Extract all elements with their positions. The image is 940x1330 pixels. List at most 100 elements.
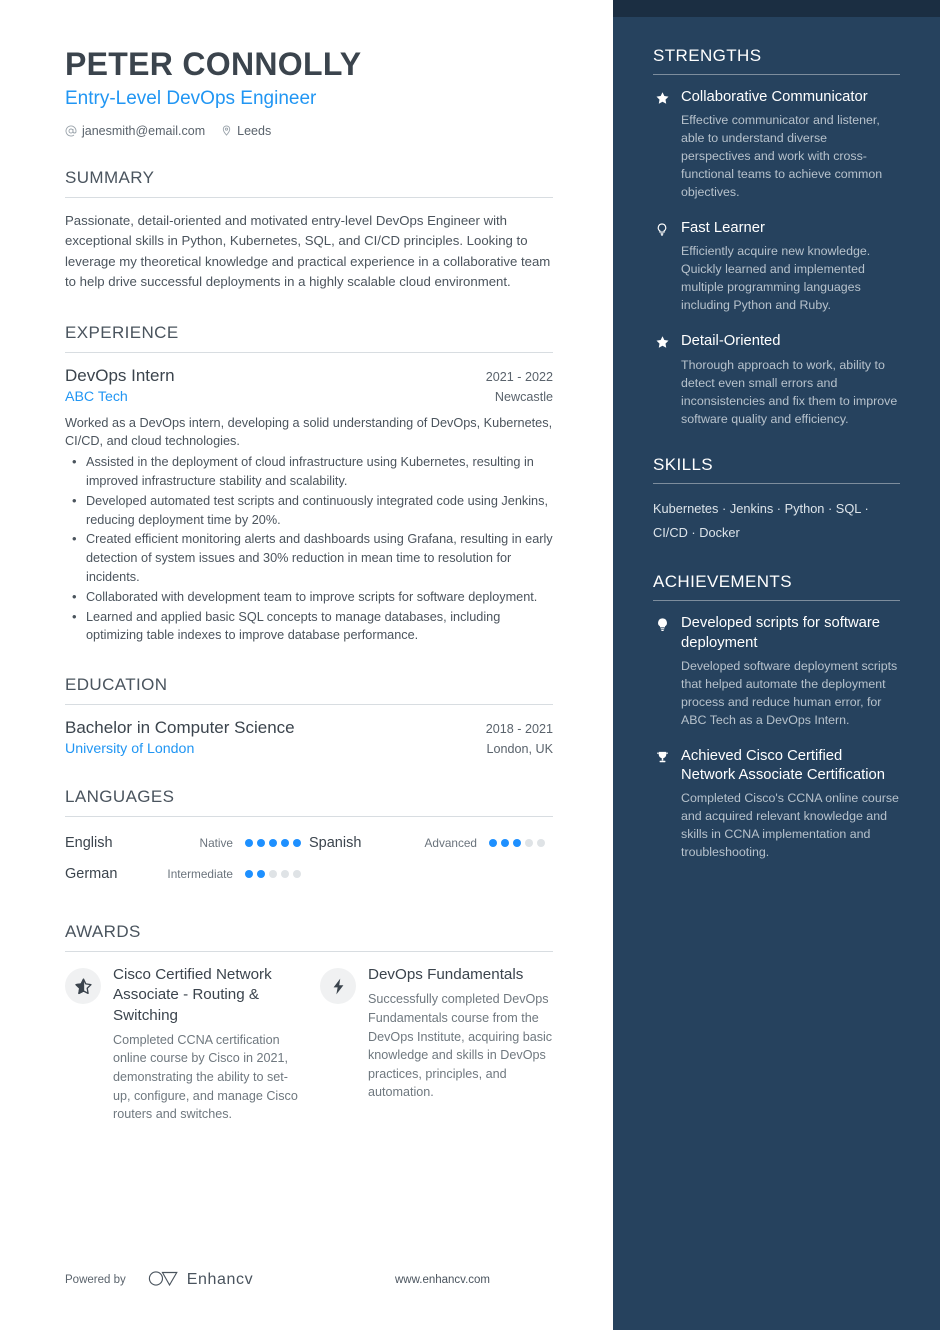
page-title: PETER CONNOLLY — [65, 46, 362, 82]
language-rating-dots — [245, 870, 309, 879]
achievement-title: Developed scripts for software deploymen… — [681, 615, 881, 651]
experience-entry: DevOps Intern 2021 - 2022 ABC Tech Newca… — [65, 366, 553, 646]
education-school[interactable]: University of London — [65, 741, 194, 757]
language-row: English Native — [65, 830, 309, 861]
section-education: EDUCATION Bachelor in Computer Science 2… — [65, 675, 553, 757]
list-item: Collaborated with development team to im… — [65, 587, 553, 607]
achievement-description: Completed Cisco's CCNA online course and… — [681, 791, 899, 860]
strength-title: Detail-Oriented — [681, 333, 781, 350]
list-item: Learned and applied basic SQL concepts t… — [65, 607, 553, 646]
experience-company[interactable]: ABC Tech — [65, 389, 128, 405]
powered-by-label: Powered by — [65, 1274, 126, 1286]
section-achievements: ACHIEVEMENTS Developed scripts for softw… — [653, 572, 900, 862]
language-level: Advanced — [424, 836, 477, 851]
section-summary: SUMMARY Passionate, detail-oriented and … — [65, 168, 553, 293]
contact-location-text: Leeds — [237, 123, 272, 138]
strength-item: Collaborative Communicator Effective com… — [653, 88, 900, 202]
language-row: Spanish Advanced — [309, 830, 553, 861]
contact-email[interactable]: janesmith@email.com — [65, 124, 205, 138]
trophy-icon — [653, 747, 671, 862]
map-pin-icon — [221, 124, 232, 137]
main-column: PETER CONNOLLY Entry-Level DevOps Engine… — [0, 0, 613, 1330]
section-experience: EXPERIENCE DevOps Intern 2021 - 2022 ABC… — [65, 323, 553, 646]
lightbulb-icon — [653, 219, 671, 315]
language-row: German Intermediate — [65, 861, 309, 892]
divider — [65, 816, 553, 818]
divider — [65, 196, 553, 198]
enhancv-brand: Enhancv — [148, 1270, 253, 1290]
achievement-item: Developed scripts for software deploymen… — [653, 614, 900, 729]
header-block: PETER CONNOLLY Entry-Level DevOps Engine… — [65, 46, 553, 138]
strength-description: Thorough approach to work, ability to de… — [681, 357, 898, 426]
section-languages: LANGUAGES English Native Spanish Advance… — [65, 787, 553, 892]
strength-title: Collaborative Communicator — [681, 89, 868, 105]
strength-description: Effective communicator and listener, abl… — [681, 113, 883, 200]
lightbulb-filled-icon — [653, 614, 671, 729]
summary-text: Passionate, detail-oriented and motivate… — [65, 212, 551, 290]
experience-bullets: Assisted in the deployment of cloud infr… — [65, 452, 553, 646]
divider — [653, 482, 900, 484]
education-degree: Bachelor in Computer Science — [65, 718, 295, 738]
education-location: London, UK — [486, 742, 553, 757]
divider — [65, 704, 553, 706]
contact-list: janesmith@email.com Leeds — [65, 124, 553, 138]
award-title: Cisco Certified Network Associate - Rout… — [113, 966, 272, 1024]
languages-grid: English Native Spanish Advanced German I… — [65, 830, 553, 892]
experience-dates: 2021 - 2022 — [485, 369, 553, 384]
section-strengths: STRENGTHS Collaborative Communicator Eff… — [653, 46, 900, 429]
award-description: Completed CCNA certification online cour… — [113, 1032, 298, 1122]
contact-email-text: janesmith@email.com — [82, 123, 206, 138]
awards-heading: AWARDS — [65, 922, 141, 942]
list-item: Developed automated test scripts and con… — [65, 491, 553, 530]
language-level: Native — [199, 836, 233, 851]
language-name: Spanish — [309, 835, 362, 852]
achievement-title: Achieved Cisco Certified Network Associa… — [681, 747, 885, 784]
job-headline: Entry-Level DevOps Engineer — [65, 87, 317, 109]
footer: Powered by Enhancv www.enhancv.com — [65, 1270, 585, 1290]
languages-heading: LANGUAGES — [65, 787, 175, 807]
experience-description: Worked as a DevOps intern, developing a … — [65, 415, 553, 449]
language-level: Intermediate — [167, 867, 233, 882]
divider — [653, 600, 900, 602]
language-rating-dots — [489, 839, 553, 848]
strength-description: Efficiently acquire new knowledge. Quick… — [681, 244, 871, 313]
experience-heading: EXPERIENCE — [65, 322, 179, 342]
strength-item: Detail-Oriented Thorough approach to wor… — [653, 332, 900, 428]
award-item: DevOps Fundamentals Successfully complet… — [320, 965, 553, 1124]
awards-grid: Cisco Certified Network Associate - Rout… — [65, 965, 553, 1124]
divider — [653, 74, 900, 75]
strength-title: Fast Learner — [681, 220, 765, 237]
resume-page: PETER CONNOLLY Entry-Level DevOps Engine… — [0, 0, 940, 1330]
contact-location: Leeds — [221, 124, 271, 138]
award-title: DevOps Fundamentals — [368, 966, 524, 984]
education-dates: 2018 - 2021 — [485, 722, 553, 737]
star-icon — [653, 332, 671, 428]
star-icon — [653, 88, 671, 202]
enhancv-logo-icon — [148, 1270, 178, 1290]
experience-role: DevOps Intern — [65, 365, 175, 385]
footer-url[interactable]: www.enhancv.com — [395, 1274, 585, 1286]
list-item: Assisted in the deployment of cloud infr… — [65, 452, 553, 491]
list-item: Created efficient monitoring alerts and … — [65, 529, 553, 586]
education-entry: Bachelor in Computer Science 2018 - 2021… — [65, 718, 553, 757]
skills-heading: SKILLS — [653, 454, 714, 474]
achievements-heading: ACHIEVEMENTS — [653, 572, 792, 592]
achievement-item: Achieved Cisco Certified Network Associa… — [653, 747, 900, 862]
skills-list: Kubernetes · Jenkins · Python · SQL · CI… — [653, 500, 869, 541]
section-skills: SKILLS Kubernetes · Jenkins · Python · S… — [653, 455, 900, 547]
sidebar-top-band — [613, 0, 940, 17]
star-half-icon — [65, 968, 101, 1005]
sidebar: STRENGTHS Collaborative Communicator Eff… — [613, 0, 940, 1330]
summary-heading: SUMMARY — [65, 167, 155, 187]
language-name: English — [65, 835, 113, 852]
strengths-heading: STRENGTHS — [653, 46, 762, 65]
award-description: Successfully completed DevOps Fundamenta… — [368, 992, 553, 1100]
strength-item: Fast Learner Efficiently acquire new kno… — [653, 219, 900, 315]
enhancv-brand-name: Enhancv — [186, 1271, 254, 1288]
language-rating-dots — [245, 839, 309, 848]
section-awards: AWARDS Cisco Certified Network Associate… — [65, 922, 553, 1124]
divider — [65, 951, 553, 953]
award-item: Cisco Certified Network Associate - Rout… — [65, 965, 298, 1124]
education-heading: EDUCATION — [65, 675, 168, 695]
lightning-bolt-icon — [320, 968, 356, 1005]
